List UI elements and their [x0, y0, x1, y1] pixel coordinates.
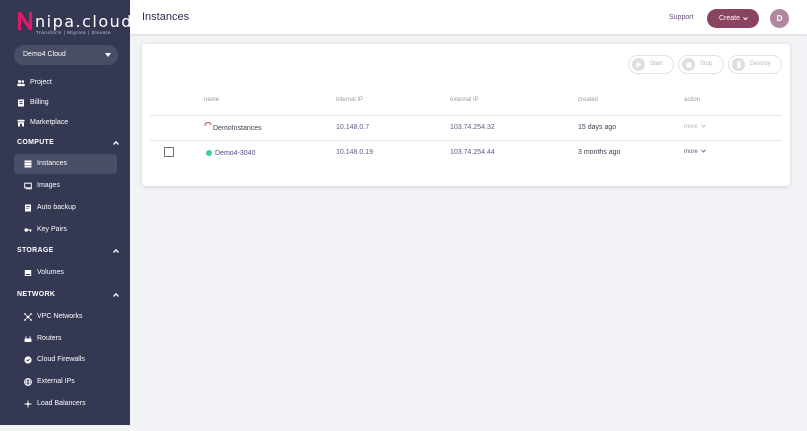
logo-tagline: Transform | Migrate | Elevate — [36, 30, 112, 35]
chevron-up-icon — [113, 140, 119, 145]
chevron-down-icon — [743, 17, 748, 21]
loading-spinner-icon — [204, 122, 212, 127]
sidebar-item-label: External IPs — [37, 378, 75, 385]
chevron-up-icon — [113, 248, 119, 253]
backup-icon — [25, 204, 31, 212]
sidebar-item-label: Project — [30, 79, 52, 86]
sidebar-item-label: Marketplace — [30, 119, 69, 126]
destroy-button-label: Destroy — [750, 61, 771, 67]
sidebar-item-label: Volumes — [37, 269, 64, 276]
more-label: more — [684, 124, 698, 130]
load-balancer-icon — [24, 400, 32, 408]
sidebar-item-label: Instances — [37, 160, 67, 167]
stop-button[interactable]: Stop — [678, 55, 724, 74]
table-divider — [150, 140, 782, 141]
start-button-label: Start — [650, 61, 663, 67]
status-active-dot — [206, 150, 212, 156]
cloud-select[interactable]: Demo4 Cloud — [14, 45, 118, 65]
stop-button-label: Stop — [700, 61, 713, 67]
created-time: 15 days ago — [578, 124, 617, 131]
network-icon — [24, 313, 32, 321]
row-checkbox[interactable] — [164, 147, 174, 157]
more-menu-button[interactable]: more — [684, 124, 707, 130]
users-icon — [17, 80, 25, 87]
external-ip: 103.74.254.44 — [450, 149, 495, 156]
start-button[interactable]: Start — [628, 55, 674, 74]
sidebar-item-label: Key Pairs — [37, 226, 67, 233]
avatar[interactable]: D — [770, 9, 789, 28]
external-ip: 103.74.254.32 — [450, 124, 495, 131]
section-label: STORAGE — [17, 247, 54, 254]
trash-icon — [732, 58, 745, 71]
internal-ip: 10.148.0.7 — [336, 124, 370, 131]
section-label: COMPUTE — [17, 139, 55, 146]
sidebar-item-label: Routers — [37, 335, 62, 342]
column-header-name[interactable]: name — [204, 97, 219, 103]
chevron-down-icon — [701, 124, 707, 128]
key-icon — [24, 228, 32, 232]
sidebar-item-label: Images — [37, 182, 60, 189]
chevron-down-icon — [701, 149, 707, 153]
logo-text: nipa.cloud — [35, 12, 133, 31]
sidebar-item-label: Load Balancers — [37, 400, 86, 407]
brand-logo[interactable]: nipa.cloud Transform | Migrate | Elevate — [17, 8, 131, 38]
column-header-external-ip[interactable]: external IP — [450, 97, 479, 103]
chevron-down-icon — [105, 53, 111, 57]
destroy-button[interactable]: Destroy — [728, 55, 782, 74]
column-header-action: action — [684, 97, 701, 103]
server-icon — [24, 160, 32, 168]
page-title: Instances — [142, 11, 190, 23]
table-divider — [150, 115, 782, 116]
chevron-up-icon — [113, 292, 119, 297]
sidebar-item-label: VPC Networks — [37, 313, 83, 320]
more-menu-button[interactable]: more — [684, 149, 707, 155]
sidebar-item-label: Cloud Firewalls — [37, 356, 85, 363]
volume-icon — [24, 270, 32, 276]
globe-icon — [24, 378, 32, 386]
router-icon — [24, 336, 32, 342]
instances-card: Start Stop Destroy name internal IP exte… — [142, 44, 790, 186]
top-bar: Instances Support Create D — [130, 0, 807, 34]
created-time: 3 months ago — [578, 149, 621, 156]
support-link[interactable]: Support — [669, 14, 694, 21]
column-header-created[interactable]: created — [578, 97, 598, 103]
create-button[interactable]: Create — [707, 9, 759, 28]
sidebar-item-label: Auto backup — [37, 204, 76, 211]
section-network[interactable]: NETWORK — [17, 289, 121, 301]
column-header-internal-ip[interactable]: internal IP — [336, 97, 363, 103]
sidebar: nipa.cloud Transform | Migrate | Elevate… — [0, 0, 131, 425]
sidebar-item-label: Billing — [30, 99, 49, 106]
more-label: more — [684, 149, 698, 155]
play-icon — [632, 58, 645, 71]
store-icon — [17, 119, 25, 127]
section-label: NETWORK — [17, 291, 56, 298]
cloud-select-value: Demo4 Cloud — [23, 51, 66, 58]
create-button-label: Create — [719, 15, 741, 22]
instance-name[interactable]: Demo4-3040 — [215, 150, 255, 157]
section-storage[interactable]: STORAGE — [17, 245, 121, 257]
instance-name[interactable]: DemoInstances — [213, 125, 262, 132]
stop-icon — [682, 58, 695, 71]
billing-icon — [18, 99, 24, 107]
internal-ip: 10.148.0.19 — [336, 149, 373, 156]
logo-mark-icon — [18, 12, 32, 30]
shield-icon — [24, 356, 32, 364]
section-compute[interactable]: COMPUTE — [17, 137, 121, 149]
image-icon — [24, 182, 32, 190]
